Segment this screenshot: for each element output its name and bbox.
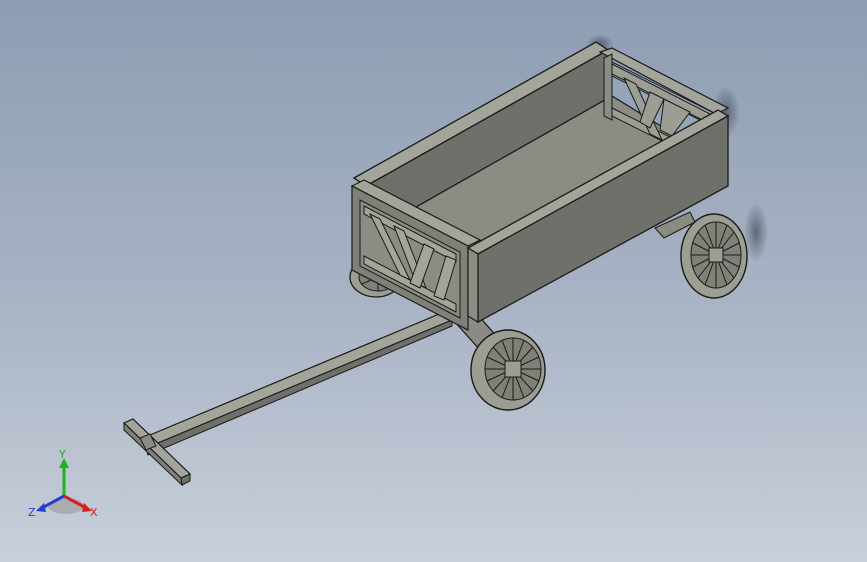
y-axis-label: Y: [58, 448, 66, 461]
z-axis-label: Z: [28, 506, 36, 519]
wagon-model[interactable]: [0, 0, 867, 562]
x-axis-label: X: [90, 506, 98, 519]
pull-handle[interactable]: [122, 311, 454, 487]
front-wheel[interactable]: [470, 329, 546, 411]
axis-triad: Y X Z: [28, 448, 98, 519]
graphics-viewport[interactable]: Y X Z: [0, 0, 867, 562]
z-axis-arrow: [36, 503, 46, 512]
wagon-bed[interactable]: [350, 41, 730, 331]
rear-right-wheel[interactable]: [680, 213, 748, 299]
